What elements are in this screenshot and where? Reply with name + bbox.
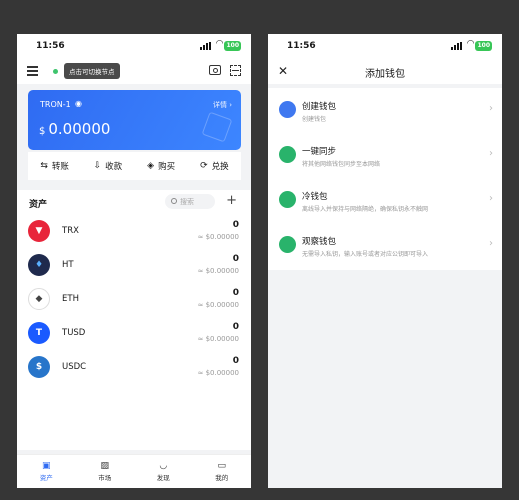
tab-mine[interactable]: ▭ 我的 bbox=[193, 455, 252, 488]
market-tab-icon: ▨ bbox=[100, 461, 109, 471]
receive-icon: ⇩ bbox=[93, 161, 102, 171]
tab-discover[interactable]: ◡ 发现 bbox=[134, 455, 193, 488]
camera-icon[interactable] bbox=[209, 65, 221, 75]
discover-tab-icon: ◡ bbox=[159, 461, 168, 471]
cold-wallet-icon bbox=[279, 191, 296, 208]
add-wallet-screen: 11:56 ◠ 100 ✕ 添加钱包 创建钱包 创建钱包 › 一键同步 将其他网… bbox=[268, 34, 502, 488]
transfer-button[interactable]: ⇆ 转账 bbox=[28, 152, 81, 180]
asset-fiat-value: ≈ $0.00000 bbox=[197, 267, 240, 275]
wallet-home-screen: 11:56 ◠ 100 点击可切换节点 TRON-1 ◉ 详情 › $0.000… bbox=[17, 34, 251, 488]
asset-amount: 0 bbox=[232, 220, 239, 230]
option-subtitle: 将其他网络钱包同步至本网络 bbox=[302, 161, 381, 168]
asset-amount: 0 bbox=[232, 322, 239, 332]
node-switch-tooltip: 点击可切换节点 bbox=[64, 63, 120, 79]
add-asset-button[interactable]: + bbox=[226, 193, 237, 208]
node-status-dot[interactable] bbox=[53, 69, 58, 74]
chevron-right-icon: › bbox=[489, 238, 493, 249]
option-create-wallet[interactable]: 创建钱包 创建钱包 › bbox=[268, 88, 502, 133]
usdc-icon: $ bbox=[28, 356, 50, 378]
assets-header: 资产 搜索 + bbox=[17, 190, 251, 214]
option-watch-wallet[interactable]: 观察钱包 无需导入私钥，输入账号或者对应公钥即可导入 › bbox=[268, 223, 502, 268]
wifi-icon: ◠ bbox=[216, 39, 223, 49]
asset-symbol: TRX bbox=[62, 226, 79, 236]
chevron-right-icon: › bbox=[489, 148, 493, 159]
tab-market[interactable]: ▨ 市场 bbox=[76, 455, 135, 488]
buy-button[interactable]: ◈ 购买 bbox=[135, 152, 188, 180]
page-title: 添加钱包 bbox=[365, 69, 405, 80]
buy-icon: ◈ bbox=[147, 161, 155, 171]
option-subtitle: 无需导入私钥，输入账号或者对应公钥即可导入 bbox=[302, 251, 429, 258]
asset-symbol: HT bbox=[62, 260, 74, 270]
transfer-icon: ⇆ bbox=[40, 161, 48, 171]
asset-fiat-value: ≈ $0.00000 bbox=[197, 369, 240, 377]
asset-symbol: ETH bbox=[62, 294, 79, 304]
asset-symbol: TUSD bbox=[62, 328, 86, 338]
tab-assets[interactable]: ▣ 资产 bbox=[17, 455, 76, 488]
asset-amount: 0 bbox=[232, 356, 239, 366]
assets-tab-icon: ▣ bbox=[41, 461, 51, 471]
swap-button[interactable]: ⟳ 兑换 bbox=[188, 152, 241, 180]
asset-search-input[interactable]: 搜索 bbox=[165, 194, 215, 209]
receive-button[interactable]: ⇩ 收款 bbox=[81, 152, 134, 180]
search-icon bbox=[171, 198, 177, 204]
asset-amount: 0 bbox=[232, 254, 239, 264]
asset-amount: 0 bbox=[232, 288, 239, 298]
eth-icon: ◆ bbox=[28, 288, 50, 310]
watch-wallet-icon bbox=[279, 236, 296, 253]
tron-watermark-icon bbox=[201, 111, 233, 143]
ht-icon: ♦ bbox=[28, 254, 50, 276]
asset-row-tusd[interactable]: T TUSD 0 ≈ $0.00000 bbox=[17, 316, 251, 350]
option-title: 一键同步 bbox=[302, 147, 337, 157]
detail-link[interactable]: 详情 › bbox=[213, 100, 232, 110]
asset-fiat-value: ≈ $0.00000 bbox=[197, 233, 240, 241]
wifi-icon: ◠ bbox=[467, 39, 474, 49]
tusd-icon: T bbox=[28, 322, 50, 344]
top-bar: 点击可切换节点 bbox=[17, 58, 251, 84]
asset-row-eth[interactable]: ◆ ETH 0 ≈ $0.00000 bbox=[17, 282, 251, 316]
network-name: TRON-1 bbox=[40, 100, 71, 109]
asset-row-ht[interactable]: ♦ HT 0 ≈ $0.00000 bbox=[17, 248, 251, 282]
battery-icon: 100 bbox=[475, 41, 492, 51]
option-subtitle: 离线导入并保持与网络隔绝，确保私钥永不触网 bbox=[302, 206, 429, 213]
wallet-balance: $0.00000 bbox=[39, 120, 111, 138]
status-bar: 11:56 ◠ 100 bbox=[17, 34, 251, 58]
option-title: 冷钱包 bbox=[302, 192, 328, 202]
asset-list: ▼ TRX 0 ≈ $0.00000 ♦ HT 0 ≈ $0.00000 ◆ E… bbox=[17, 214, 251, 450]
status-bar: 11:56 ◠ 100 bbox=[268, 34, 502, 58]
option-cold-wallet[interactable]: 冷钱包 离线导入并保持与网络隔绝，确保私钥永不触网 › bbox=[268, 178, 502, 223]
option-one-click-sync[interactable]: 一键同步 将其他网络钱包同步至本网络 › bbox=[268, 133, 502, 178]
status-time: 11:56 bbox=[36, 41, 65, 51]
menu-icon[interactable] bbox=[27, 66, 38, 78]
create-wallet-icon bbox=[279, 101, 296, 118]
asset-fiat-value: ≈ $0.00000 bbox=[197, 301, 240, 309]
signal-icon bbox=[200, 42, 211, 50]
sync-icon bbox=[279, 146, 296, 163]
asset-row-usdc[interactable]: $ USDC 0 ≈ $0.00000 bbox=[17, 350, 251, 384]
wallet-card[interactable]: TRON-1 ◉ 详情 › $0.00000 bbox=[28, 90, 241, 150]
asset-row-trx[interactable]: ▼ TRX 0 ≈ $0.00000 bbox=[17, 214, 251, 248]
assets-title: 资产 bbox=[29, 200, 48, 210]
eye-icon[interactable]: ◉ bbox=[75, 99, 82, 108]
mine-tab-icon: ▭ bbox=[217, 461, 226, 471]
option-subtitle: 创建钱包 bbox=[302, 116, 327, 123]
option-title: 观察钱包 bbox=[302, 237, 337, 247]
asset-fiat-value: ≈ $0.00000 bbox=[197, 335, 240, 343]
add-wallet-options: 创建钱包 创建钱包 › 一键同步 将其他网络钱包同步至本网络 › 冷钱包 离线导… bbox=[268, 88, 502, 270]
status-time: 11:56 bbox=[287, 41, 316, 51]
action-bar: ⇆ 转账 ⇩ 收款 ◈ 购买 ⟳ 兑换 bbox=[28, 152, 241, 180]
swap-icon: ⟳ bbox=[200, 161, 208, 171]
battery-icon: 100 bbox=[224, 41, 241, 51]
chevron-right-icon: › bbox=[489, 193, 493, 204]
asset-symbol: USDC bbox=[62, 362, 87, 372]
option-title: 创建钱包 bbox=[302, 102, 337, 112]
add-wallet-header: ✕ 添加钱包 bbox=[268, 58, 502, 84]
chevron-right-icon: › bbox=[489, 103, 493, 114]
signal-icon bbox=[451, 42, 462, 50]
trx-icon: ▼ bbox=[28, 220, 50, 242]
bottom-tab-bar: ▣ 资产 ▨ 市场 ◡ 发现 ▭ 我的 bbox=[17, 454, 251, 488]
scan-icon[interactable] bbox=[230, 65, 241, 76]
